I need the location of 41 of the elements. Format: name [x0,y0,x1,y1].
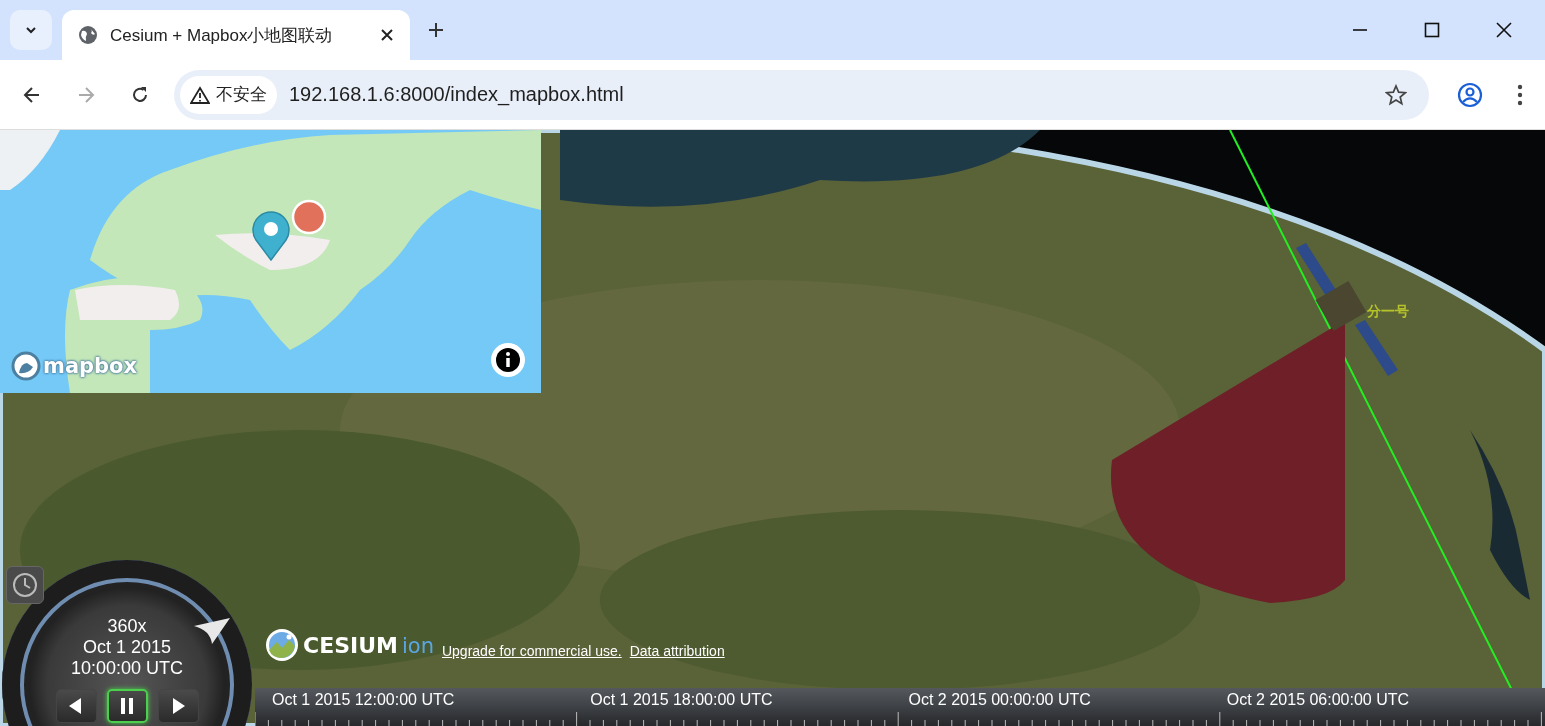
timeline-bar[interactable]: Oct 1 2015 12:00:00 UTC Oct 1 2015 18:00:00 UTC Oct 2 2015 00:00:00 UTC Oct 2 2015 06:00:00 UTC [255,688,1545,726]
speed-text: 360x [107,616,147,637]
map-pin-icon[interactable] [251,210,291,262]
security-label: 不安全 [216,83,267,106]
new-tab-icon[interactable] [428,22,444,38]
clock-button[interactable] [6,566,44,604]
ion-logo-text: ion [401,634,434,658]
play-button[interactable] [157,689,199,723]
clock-icon [12,572,38,598]
reload-icon[interactable] [130,84,150,105]
map-marker-icon[interactable] [291,199,327,235]
address-bar[interactable]: 不安全 192.168.1.6:8000/index_mapbox.html [174,69,1429,120]
close-icon[interactable] [1495,21,1513,39]
timeline-label: Oct 1 2015 18:00:00 UTC [590,691,774,709]
timeline-label: Oct 2 2015 00:00:00 UTC [908,691,1092,709]
info-icon[interactable] [490,342,526,378]
date-text: Oct 1 2015 [82,637,172,658]
ice-area [0,130,60,190]
reverse-button[interactable] [55,689,97,723]
tab-title: Cesium + Mapbox小地图联动 [110,24,334,47]
warning-icon [190,85,210,104]
satellite-label: 分一号 [1367,303,1409,319]
timeline-label: Oct 2 2015 06:00:00 UTC [1226,691,1411,709]
time-text: 10:00:00 UTC [70,658,184,679]
back-arrow-icon[interactable] [22,84,42,105]
cesium-logo-icon [265,628,299,662]
close-tab-icon[interactable] [380,28,394,42]
profile-icon[interactable] [1457,81,1483,108]
maximize-icon[interactable] [1423,21,1441,39]
menu-icon[interactable] [1517,83,1523,106]
url-text: 192.168.1.6:8000/index_mapbox.html [289,83,624,106]
security-chip[interactable]: 不安全 [180,75,277,114]
credit-link[interactable]: Data attribution [629,643,725,659]
credit-link[interactable]: Upgrade for commercial use. [441,643,622,659]
bookmark-star-icon[interactable] [1385,83,1407,106]
browser-tab[interactable]: Cesium + Mapbox小地图联动 [62,10,410,60]
globe-icon [78,25,98,45]
pause-button[interactable] [106,689,148,723]
timeline-label: Oct 1 2015 12:00:00 UTC [272,691,456,709]
mapbox-logo-icon [11,351,41,381]
cesium-logo-text: CESIUM [303,632,398,658]
